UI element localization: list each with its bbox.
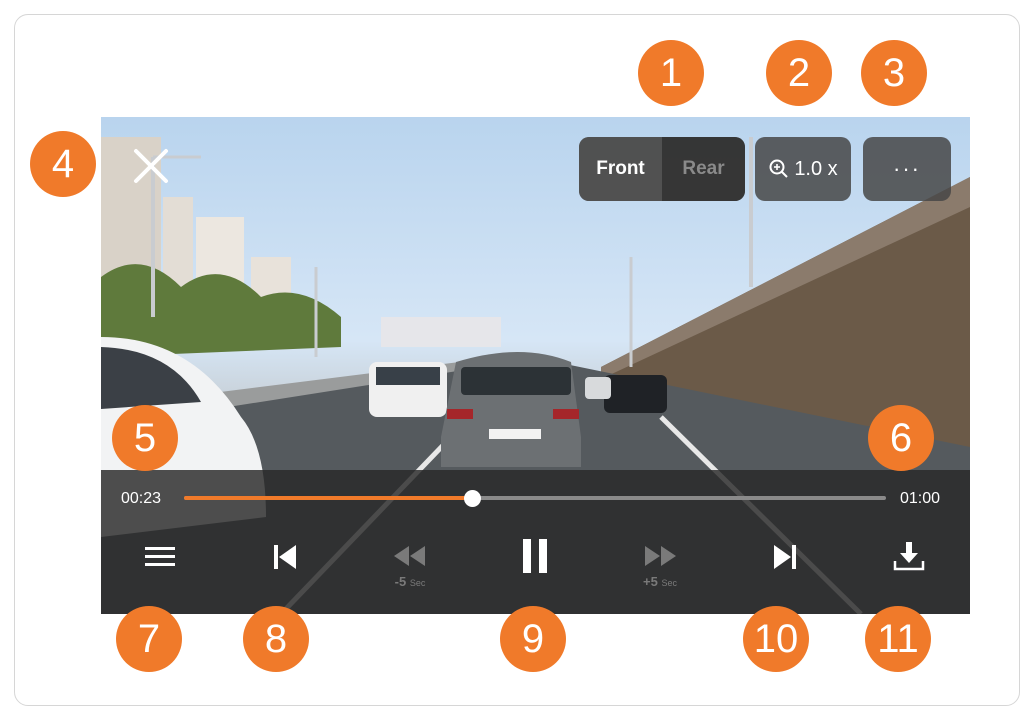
download-icon[interactable] [892,540,926,572]
skip-previous-icon[interactable] [272,543,298,571]
camera-toggle: Front Rear [579,137,745,201]
zoom-button[interactable]: 1.0 x [755,137,851,201]
pause-icon[interactable] [521,537,549,575]
callout-badge-7: 7 [116,606,182,672]
rewind-icon[interactable] [392,544,428,568]
callout-badge-3: 3 [861,40,927,106]
callout-badge-2: 2 [766,40,832,106]
callout-badge-5: 5 [112,405,178,471]
callout-badge-9: 9 [500,606,566,672]
forward-seconds: +5 [643,574,658,589]
zoom-in-icon [769,159,789,178]
callout-badge-8: 8 [243,606,309,672]
zoom-level: 1.0 x [794,157,838,180]
progress-handle[interactable] [464,490,481,507]
rear-camera-tab[interactable]: Rear [662,137,745,201]
progress-fill [184,496,472,500]
callout-badge-11: 11 [865,606,931,672]
close-icon[interactable] [130,145,172,187]
total-time: 01:00 [900,490,941,507]
callout-badge-4: 4 [30,131,96,197]
rewind-unit: Sec [409,578,426,588]
rewind-label: -5 Sec [385,574,435,589]
more-options-button[interactable]: ··· [863,137,951,201]
callout-badge-1: 1 [638,40,704,106]
rewind-seconds: -5 [394,574,407,589]
current-time: 00:23 [121,490,162,507]
front-camera-tab[interactable]: Front [579,137,662,201]
hamburger-icon[interactable] [144,545,176,569]
callout-badge-10: 10 [743,606,809,672]
forward-label: +5 Sec [635,574,685,589]
fast-forward-icon[interactable] [642,544,678,568]
forward-unit: Sec [661,578,677,588]
callout-badge-6: 6 [868,405,934,471]
skip-next-icon[interactable] [772,543,798,571]
